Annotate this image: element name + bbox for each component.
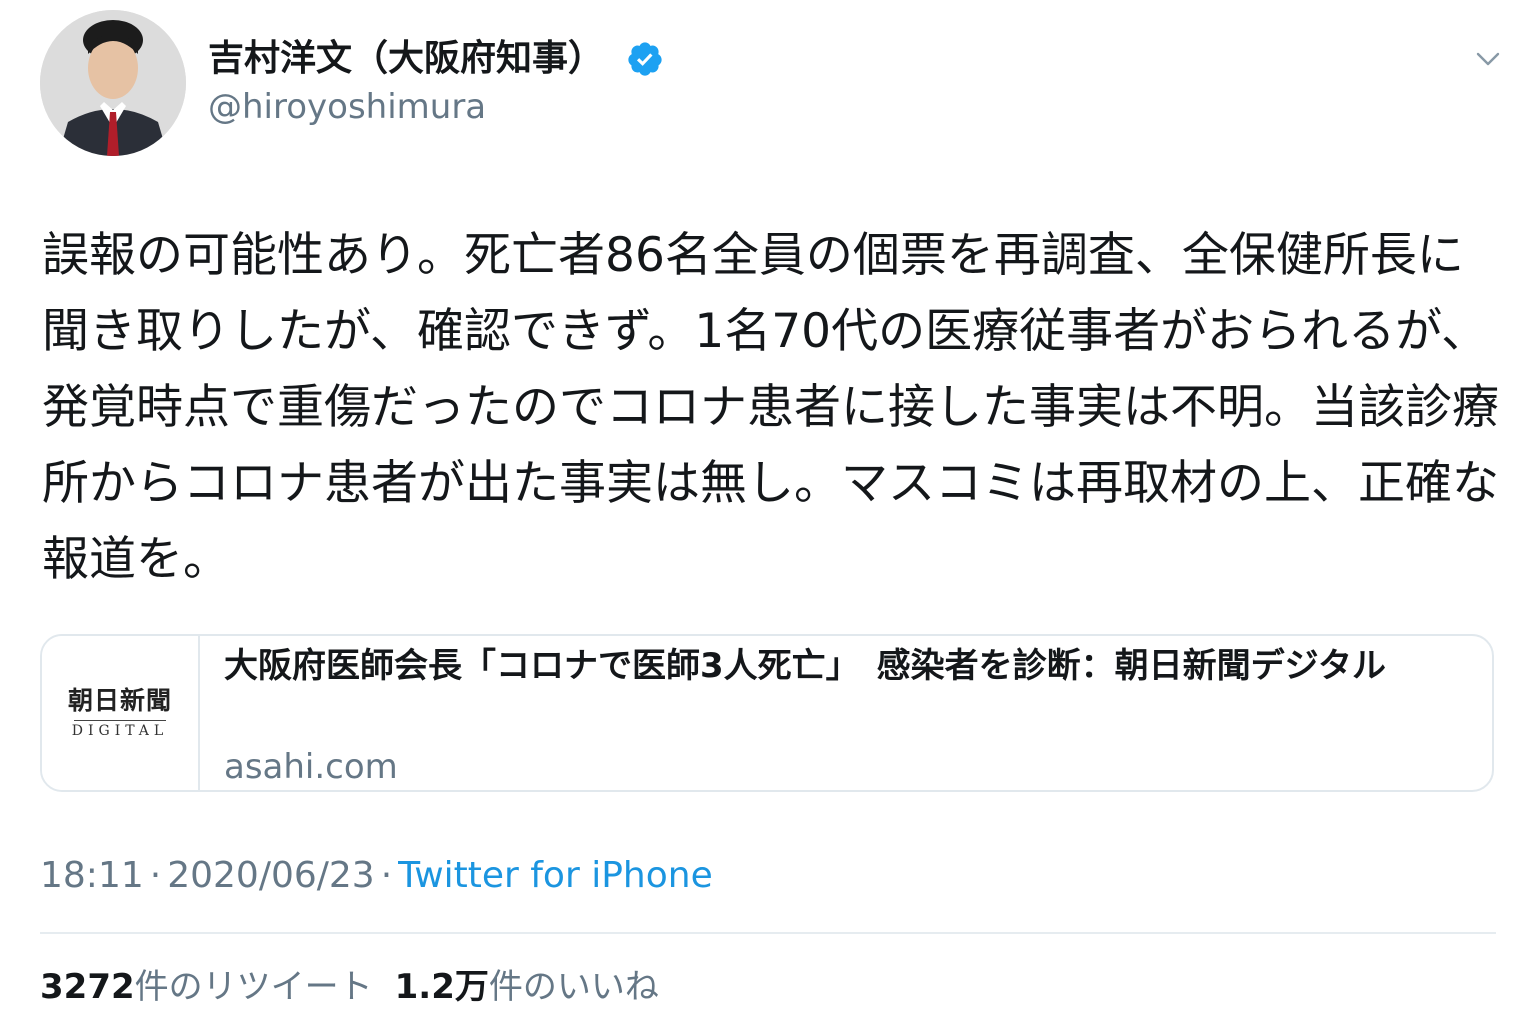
like-label: 件のいいね <box>488 967 659 1007</box>
asahi-logo: 朝日新聞 <box>67 686 172 715</box>
link-card[interactable]: 朝日新聞 DIGITAL 大阪府医師会長「コロナで医師3人死亡」 感染者を診断：… <box>40 634 1494 792</box>
author-handle[interactable]: @hiroyoshimura <box>208 84 486 130</box>
tweet-date[interactable]: 2020/06/23 <box>167 855 375 896</box>
retweet-label: 件のリツイート <box>134 967 373 1007</box>
retweets-link[interactable]: 3272件のリツイート <box>40 967 373 1007</box>
likes-link[interactable]: 1.2万件のいいね <box>395 967 659 1007</box>
author-display-name[interactable]: 吉村洋文（大阪府知事） <box>208 34 604 84</box>
meta-separator: · <box>380 855 393 896</box>
tweet-source-link[interactable]: Twitter for iPhone <box>398 855 713 896</box>
avatar-photo <box>40 10 186 156</box>
chevron-down-icon[interactable] <box>1466 44 1510 74</box>
card-domain: asahi.com <box>224 747 398 787</box>
retweet-count: 3272 <box>40 967 135 1007</box>
card-title: 大阪府医師会長「コロナで医師3人死亡」 感染者を診断：朝日新聞デジタル <box>224 646 1386 686</box>
card-thumbnail: 朝日新聞 DIGITAL <box>42 636 200 790</box>
meta-separator: · <box>149 855 162 896</box>
tweet-stats: 3272件のリツイート 1.2万件のいいね <box>40 962 659 1012</box>
tweet-text: 誤報の可能性あり。死亡者86名全員の個票を再調査、全保健所長に聞き取りしたが、確… <box>42 228 1499 587</box>
tweet-time[interactable]: 18:11 <box>40 855 144 896</box>
tweet-meta: 18:11 · 2020/06/23 · Twitter for iPhone <box>40 852 713 900</box>
tweet-container: 吉村洋文（大阪府知事） @hiroyoshimura 誤報の可能性あり。死亡者8… <box>0 0 1536 1032</box>
logo-divider <box>74 720 166 721</box>
like-count: 1.2万 <box>394 967 489 1007</box>
verified-badge-icon <box>628 42 662 76</box>
avatar[interactable] <box>40 10 186 156</box>
asahi-logo-sub: DIGITAL <box>71 723 169 739</box>
divider <box>40 932 1496 934</box>
